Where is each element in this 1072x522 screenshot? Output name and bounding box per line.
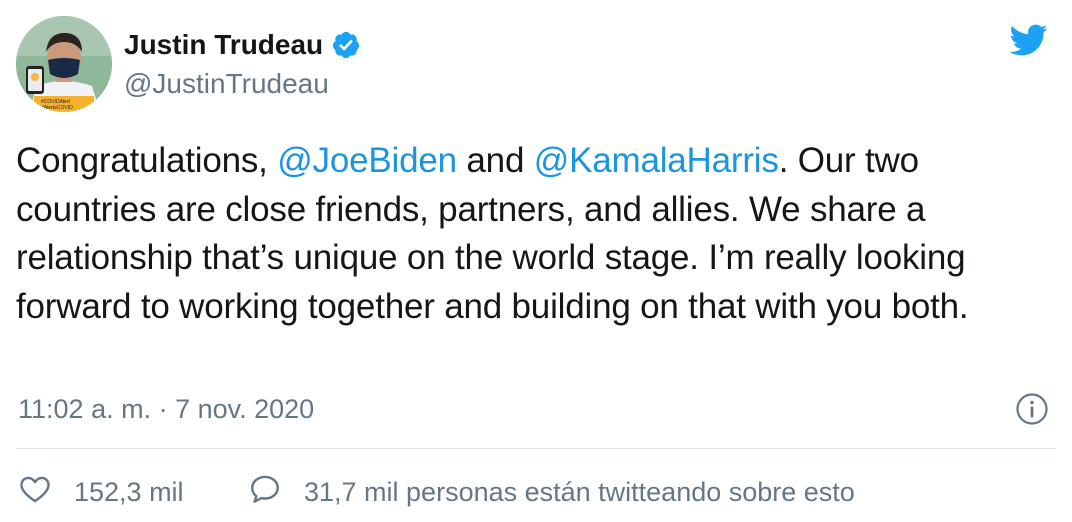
avatar[interactable]: #COVIDAlert #AlerteCOVID (16, 16, 112, 112)
tweet-timestamp[interactable]: 11:02 a. m. · 7 nov. 2020 (18, 393, 314, 425)
tweet-text-part: Congratulations, (16, 141, 278, 180)
avatar-photo: #COVIDAlert #AlerteCOVID (16, 16, 112, 112)
tweet-card: #COVIDAlert #AlerteCOVID Justin Trudeau … (0, 0, 1072, 522)
like-count: 152,3 mil (74, 476, 184, 507)
twitter-bird-icon[interactable] (1004, 20, 1052, 60)
heart-icon[interactable] (18, 472, 52, 511)
conversation-action[interactable]: 31,7 mil personas están twitteando sobre… (248, 472, 855, 511)
author-handle[interactable]: @JustinTrudeau (124, 68, 329, 100)
divider (16, 448, 1056, 449)
tweet-text: Congratulations, @JoeBiden and @KamalaHa… (16, 137, 1061, 331)
conversation-count: 31,7 mil personas están twitteando sobre… (304, 476, 855, 507)
mention-kamalaharris-link[interactable]: @KamalaHarris (534, 141, 779, 180)
info-icon[interactable] (1015, 392, 1049, 426)
avatar-badge-line2: #AlerteCOVID (41, 105, 73, 111)
author-name-row: Justin Trudeau (124, 29, 361, 61)
verified-badge-icon (331, 30, 361, 60)
tweet-text-part: and (456, 141, 534, 180)
display-name[interactable]: Justin Trudeau (124, 29, 323, 61)
speech-bubble-icon[interactable] (248, 472, 282, 511)
like-action[interactable]: 152,3 mil (18, 472, 184, 511)
mention-joebiden-link[interactable]: @JoeBiden (277, 141, 457, 180)
